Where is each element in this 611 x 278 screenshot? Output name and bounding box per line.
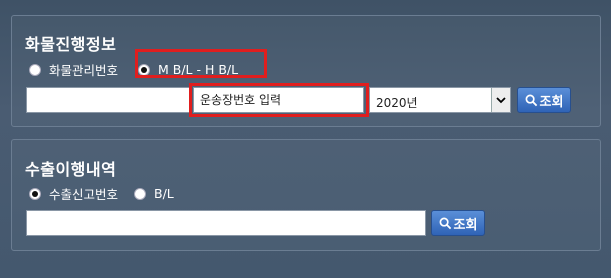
cargo-progress-title: 화물진행정보 bbox=[25, 35, 117, 54]
radio-bl[interactable]: B/L bbox=[134, 186, 174, 201]
chevron-down-icon[interactable] bbox=[491, 88, 510, 112]
year-select-value: 2020년 bbox=[376, 96, 418, 110]
export-search-input[interactable] bbox=[26, 210, 426, 236]
radio-label: B/L bbox=[154, 186, 174, 201]
mbl-input[interactable] bbox=[26, 87, 191, 113]
search-button-label: 조회 bbox=[539, 94, 564, 110]
export-search-button[interactable]: 조회 bbox=[431, 210, 485, 236]
radio-label: 수출신고번호 bbox=[49, 187, 119, 202]
waybill-input-highlight-box bbox=[189, 83, 369, 117]
export-performance-title: 수출이행내역 bbox=[25, 160, 117, 179]
magnifier-icon bbox=[525, 94, 537, 106]
radio-button[interactable] bbox=[29, 63, 41, 76]
radio-export-decl-number[interactable]: 수출신고번호 bbox=[29, 184, 118, 203]
year-select[interactable]: 2020년 bbox=[369, 87, 511, 113]
radio-label: 화물관리번호 bbox=[49, 63, 119, 78]
radio-cargo-mgmt-number[interactable]: 화물관리번호 bbox=[29, 60, 118, 79]
cargo-search-button[interactable]: 조회 bbox=[517, 87, 571, 113]
cargo-progress-panel: 화물진행정보 화물관리번호 M B/L - H B/L 2020년 조회 bbox=[11, 15, 601, 127]
export-performance-panel: 수출이행내역 수출신고번호 B/L 조회 bbox=[11, 139, 601, 251]
radio-button[interactable] bbox=[134, 187, 147, 200]
export-radio-group: 수출신고번호 B/L bbox=[29, 184, 190, 203]
mbl-hbl-highlight-box bbox=[135, 49, 267, 78]
magnifier-icon bbox=[439, 217, 451, 229]
radio-button[interactable] bbox=[29, 187, 41, 200]
search-button-label: 조회 bbox=[453, 217, 478, 233]
